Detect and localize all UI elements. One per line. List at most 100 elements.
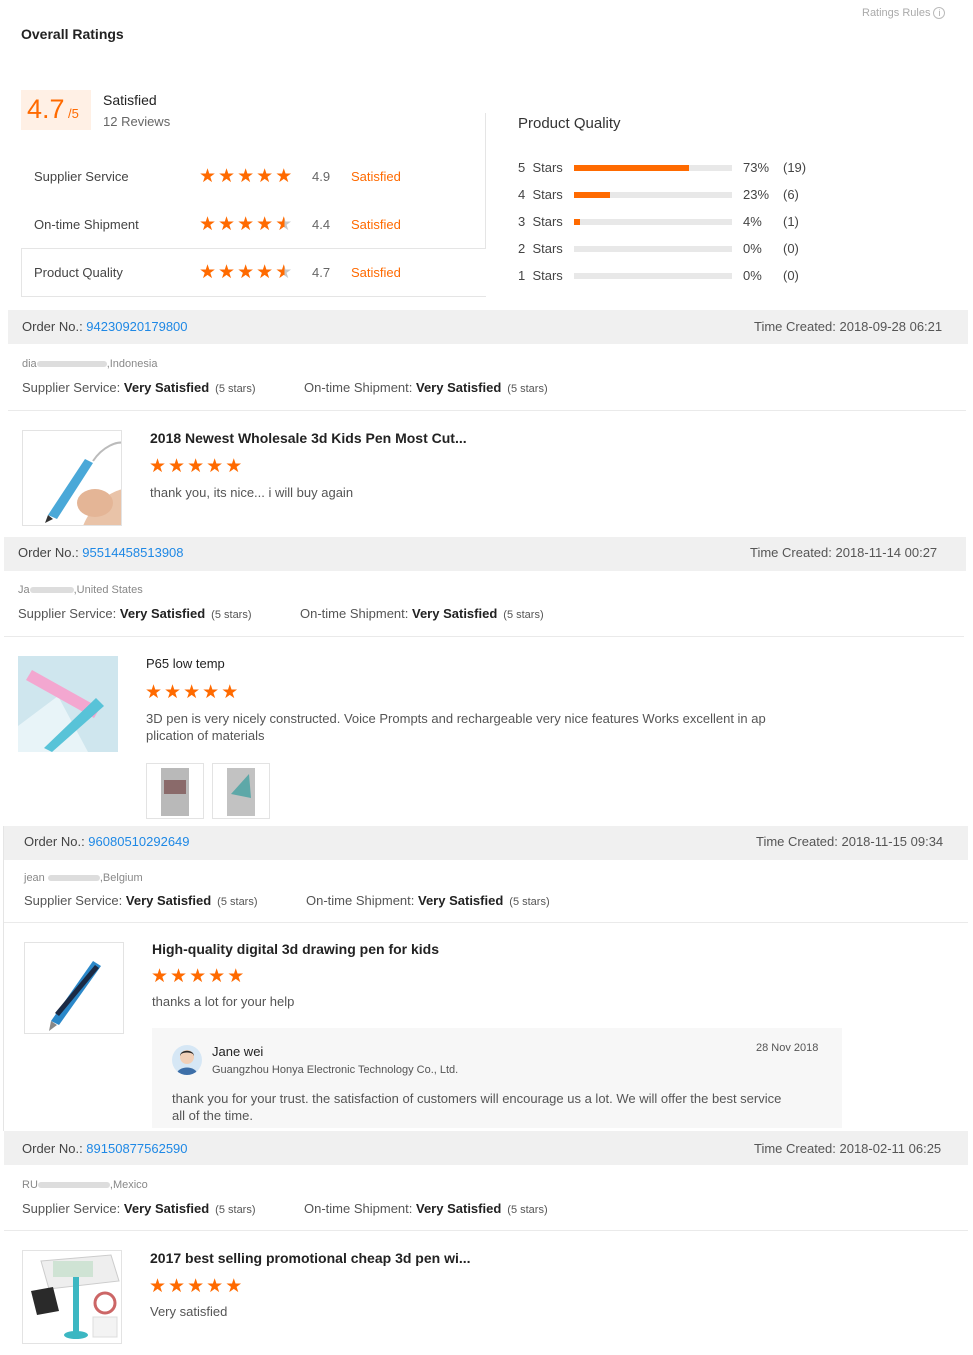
star-icon: ★ xyxy=(202,681,220,703)
distribution-label: 5 Stars xyxy=(518,160,563,175)
star-icon: ★ xyxy=(183,681,201,703)
star-icon: ★ xyxy=(237,261,255,283)
order-number: Order No.: 96080510292649 xyxy=(24,834,190,849)
star-icon: ★ xyxy=(218,213,236,235)
distribution-bar xyxy=(574,246,732,252)
buyer-info: dia ,Indonesia xyxy=(22,358,158,370)
order-number: Order No.: 94230920179800 xyxy=(22,319,188,334)
product-rating-stars: ★ ★ ★ ★ ★ xyxy=(149,457,242,476)
review-photo-image xyxy=(227,768,255,816)
star-icon: ★ xyxy=(227,965,245,987)
order-number-link[interactable]: 94230920179800 xyxy=(86,319,187,334)
ratings-rules-link[interactable]: Ratings Rules i xyxy=(862,7,946,19)
star-icon: ★ xyxy=(168,1275,186,1297)
order-number-link[interactable]: 96080510292649 xyxy=(88,834,189,849)
review-photo[interactable] xyxy=(146,763,204,819)
product-thumbnail[interactable] xyxy=(24,942,124,1034)
star-icon: ★ xyxy=(206,1275,224,1297)
order-number: Order No.: 95514458513908 xyxy=(18,545,184,560)
product-title[interactable]: 2018 Newest Wholesale 3d Kids Pen Most C… xyxy=(150,430,467,446)
seller-reply: Jane wei Guangzhou Honya Electronic Tech… xyxy=(152,1028,842,1128)
distribution-count: (1) xyxy=(783,214,799,229)
summary-stars: ★ ★ ★ ★ ★ xyxy=(199,167,292,186)
summary-label: On-time Shipment xyxy=(34,217,139,232)
divider xyxy=(4,922,968,923)
review-text: thanks a lot for your help xyxy=(152,994,295,1009)
reply-company: Guangzhou Honya Electronic Technology Co… xyxy=(212,1064,459,1076)
star-icon: ★ xyxy=(189,965,207,987)
overall-score-max: /5 xyxy=(68,106,79,121)
summary-stars: ★ ★ ★ ★ ★ xyxy=(199,263,292,282)
shipment-rating: On-time Shipment: Very Satisfied (5 stars… xyxy=(304,1201,548,1216)
star-icon: ★ xyxy=(218,165,236,187)
star-icon: ★ xyxy=(237,213,255,235)
supplier-service-rating: Supplier Service: Very Satisfied (5 stars… xyxy=(22,1201,256,1216)
star-icon: ★ xyxy=(275,165,293,187)
card-border xyxy=(3,826,4,1131)
star-icon: ★ xyxy=(256,213,274,235)
product-thumbnail[interactable] xyxy=(18,656,118,752)
summary-status: Satisfied xyxy=(351,169,401,184)
product-title[interactable]: P65 low temp xyxy=(146,656,225,671)
star-icon: ★ xyxy=(168,455,186,477)
reply-text: thank you for your trust. the satisfacti… xyxy=(172,1091,782,1123)
order-time: Time Created: 2018-11-15 09:34 xyxy=(756,834,944,849)
distribution-label: 3 Stars xyxy=(518,214,563,229)
star-icon: ★ xyxy=(199,261,217,283)
avatar xyxy=(172,1045,202,1075)
review-text: Very satisfied xyxy=(150,1304,228,1319)
distribution-count: (0) xyxy=(783,268,799,283)
overall-review-count: 12 Reviews xyxy=(103,114,171,129)
buyer-info: jean ,Belgium xyxy=(24,872,143,884)
ratings-rules-label: Ratings Rules xyxy=(862,7,931,19)
summary-stars: ★ ★ ★ ★ ★ xyxy=(199,215,292,234)
distribution-percent: 4% xyxy=(743,214,762,229)
overall-label: Satisfied xyxy=(103,92,157,108)
summary-divider xyxy=(485,113,486,249)
product-rating-stars: ★ ★ ★ ★ ★ xyxy=(145,683,238,702)
order-number: Order No.: 89150877562590 xyxy=(22,1141,188,1156)
buyer-info: Ja ,United States xyxy=(18,584,143,596)
distribution-count: (0) xyxy=(783,241,799,256)
pen-image xyxy=(49,961,101,1031)
product-thumbnail[interactable] xyxy=(22,1250,122,1344)
star-icon: ★ xyxy=(256,261,274,283)
distribution-bar-fill xyxy=(574,219,581,225)
distribution-percent: 0% xyxy=(743,241,762,256)
order-number-link[interactable]: 95514458513908 xyxy=(82,545,183,560)
star-icon: ★ xyxy=(225,455,243,477)
distribution-bar-fill xyxy=(574,192,611,198)
distribution-label: 1 Stars xyxy=(518,268,563,283)
star-icon: ★ xyxy=(275,261,293,283)
review-text: 3D pen is very nicely constructed. Voice… xyxy=(146,711,766,743)
product-thumbnail[interactable] xyxy=(22,430,122,526)
star-icon: ★ xyxy=(187,455,205,477)
product-title[interactable]: 2017 best selling promotional cheap 3d p… xyxy=(150,1250,471,1266)
product-rating-stars: ★ ★ ★ ★ ★ xyxy=(149,1277,242,1296)
star-icon: ★ xyxy=(275,213,293,235)
supplier-service-rating: Supplier Service: Very Satisfied (5 stars… xyxy=(22,380,256,395)
reply-author: Jane wei xyxy=(212,1044,264,1059)
divider xyxy=(4,1230,968,1231)
product-title[interactable]: High-quality digital 3d drawing pen for … xyxy=(152,941,439,957)
shipment-rating: On-time Shipment: Very Satisfied (5 stars… xyxy=(306,893,550,908)
star-icon: ★ xyxy=(208,965,226,987)
review-photo-image xyxy=(161,768,189,816)
star-icon: ★ xyxy=(149,1275,167,1297)
distribution-count: (6) xyxy=(783,187,799,202)
distribution-title: Product Quality xyxy=(518,115,621,132)
order-time: Time Created: 2018-02-11 06:25 xyxy=(754,1141,942,1156)
review-photo[interactable] xyxy=(212,763,270,819)
divider xyxy=(4,636,964,637)
summary-score: 4.9 xyxy=(312,169,331,184)
distribution-bar xyxy=(574,273,732,279)
star-icon: ★ xyxy=(221,681,239,703)
shipment-rating: On-time Shipment: Very Satisfied (5 stars… xyxy=(304,380,548,395)
summary-label: Product Quality xyxy=(34,265,123,280)
summary-score: 4.4 xyxy=(312,217,331,232)
order-number-link[interactable]: 89150877562590 xyxy=(86,1141,187,1156)
order-time: Time Created: 2018-11-14 00:27 xyxy=(750,545,938,560)
star-icon: ★ xyxy=(145,681,163,703)
star-icon: ★ xyxy=(237,165,255,187)
shipment-rating: On-time Shipment: Very Satisfied (5 stars… xyxy=(300,606,544,621)
